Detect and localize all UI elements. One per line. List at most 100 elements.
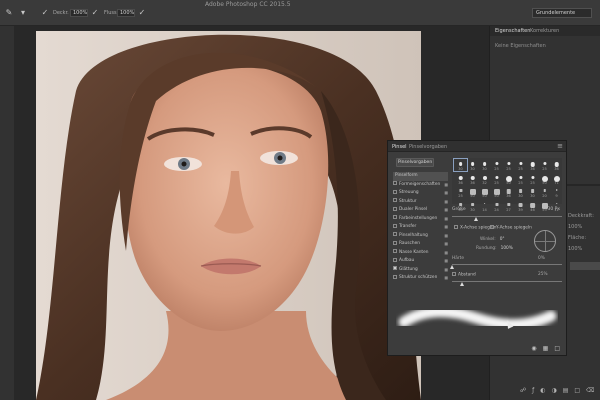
lock-icon[interactable]: ■ <box>444 249 448 258</box>
brush-tip-shape <box>543 189 546 192</box>
size-value[interactable]: 30 Px <box>547 207 560 212</box>
brush-panel: Pinsel Pinselvorgaben ≡ Pinselvorgaben P… <box>387 140 567 356</box>
option-struktur[interactable]: Struktur ■ <box>393 198 448 207</box>
lock-icon[interactable]: ■ <box>444 266 448 275</box>
opacity-value[interactable]: 100% <box>568 224 582 230</box>
trash-icon[interactable]: ⌫ <box>586 387 594 394</box>
panel-menu-icon[interactable]: ≡ <box>557 142 563 150</box>
link-icon[interactable]: ☍ <box>520 387 526 394</box>
brush-tip-shape <box>458 162 463 166</box>
document-image[interactable] <box>36 31 421 400</box>
brush-tip-shape <box>542 162 547 166</box>
tab-pinsel[interactable]: Pinsel <box>392 144 407 150</box>
option-glaettung[interactable]: Glättung ■ <box>393 266 448 275</box>
toggle-preview-icon[interactable]: ◉ <box>531 345 536 352</box>
lock-icon[interactable]: ■ <box>444 232 448 241</box>
brush-tip-shape <box>518 162 523 166</box>
brush-tip[interactable]: 9 <box>550 186 563 198</box>
angle-value[interactable]: 0° <box>500 237 505 242</box>
brush-tool-icon[interactable]: ✎ <box>4 8 14 18</box>
airbrush-icon[interactable]: ✓ <box>137 8 147 18</box>
brush-tip-shape <box>483 202 486 205</box>
roundness-value[interactable]: 100% <box>501 246 513 251</box>
option-rauschen[interactable]: Rauschen ■ <box>393 240 448 249</box>
layer-thumbnail[interactable] <box>570 262 600 270</box>
brush-tip-shape <box>494 175 499 179</box>
size-slider[interactable] <box>452 216 562 217</box>
spacing-value[interactable]: 25% <box>538 272 548 277</box>
option-streuung[interactable]: Streuung ■ <box>393 189 448 198</box>
mask-icon[interactable]: ◐ <box>540 387 545 394</box>
tab-korrekturen[interactable]: Korrekturen <box>530 28 559 34</box>
brush-tip-shape <box>470 202 475 207</box>
brush-tip-shape <box>506 202 511 206</box>
stroke-preview-graphic <box>398 306 557 330</box>
brush-tip-shape <box>494 162 499 166</box>
hardness-slider-knob[interactable] <box>450 265 454 269</box>
lock-icon[interactable]: ■ <box>444 274 448 283</box>
brush-presets-button[interactable]: Pinselvorgaben <box>396 158 434 167</box>
opacity-label: Deckr. <box>53 10 69 16</box>
new-layer-icon[interactable]: □ <box>574 387 580 394</box>
brush-tip-shape <box>470 175 475 180</box>
size-slider-knob[interactable] <box>474 217 478 221</box>
lock-icon[interactable]: ■ <box>444 198 448 207</box>
option-farbeinstellungen[interactable]: Farbeinstellungen ■ <box>393 215 448 224</box>
roundness-row: Rundung: 100% <box>476 246 513 251</box>
brush-tip-size: 9 <box>555 194 558 198</box>
brush-tip-shape <box>458 202 463 207</box>
workspace-select[interactable]: Grundelemente <box>532 8 592 18</box>
brush-angle-widget[interactable] <box>534 230 556 252</box>
brush-panel-tabs: Pinsel Pinselvorgaben ≡ <box>388 141 566 152</box>
brush-tip-shape <box>506 162 511 166</box>
brush-tip[interactable]: 36 <box>550 159 563 171</box>
option-pinselhaltung[interactable]: Pinselhaltung ■ <box>393 232 448 241</box>
lock-icon[interactable]: ■ <box>444 240 448 249</box>
fx-icon[interactable]: ƒ <box>532 387 534 394</box>
airbrush-pressure-icon[interactable]: ✓ <box>40 8 50 18</box>
spacing-checkbox[interactable]: Abstand <box>452 272 476 278</box>
pressure-opacity-icon[interactable]: ✓ <box>90 8 100 18</box>
hardness-value[interactable]: 0% <box>538 256 545 261</box>
option-transfer[interactable]: Transfer ■ <box>393 223 448 232</box>
tools-panel <box>0 26 14 400</box>
option-pinselform[interactable]: Pinselform <box>393 172 448 181</box>
lock-icon[interactable]: ■ <box>444 257 448 266</box>
flow-field[interactable]: 100% <box>117 9 135 17</box>
brush-tip-shape <box>555 189 558 191</box>
folder-icon[interactable]: ▤ <box>563 387 569 394</box>
hardness-slider[interactable] <box>452 264 562 265</box>
option-nasse-kanten[interactable]: Nasse Kanten ■ <box>393 249 448 258</box>
option-formeigenschaften[interactable]: Formeigenschaften ■ <box>393 181 448 190</box>
brush-tip-size: 71 <box>554 180 559 185</box>
opacity-field[interactable]: 100% <box>70 9 88 17</box>
fill-value[interactable]: 100% <box>568 246 582 252</box>
grid-icon[interactable]: ▦ <box>543 345 549 352</box>
brush-tip-shape <box>482 175 487 180</box>
brush-stroke-preview <box>396 298 558 344</box>
spacing-slider[interactable] <box>452 281 562 282</box>
properties-tabs: Eigenschaften Korrekturen <box>490 26 600 36</box>
brush-tip-shape <box>458 175 463 180</box>
lock-icon[interactable]: ■ <box>444 181 448 190</box>
options-bar: Adobe Photoshop CC 2015.5 ✎ ▾ ✓ Deckr. 1… <box>0 0 600 26</box>
option-struktur-schuetzen[interactable]: Struktur schützen ■ <box>393 274 448 283</box>
brush-tip-shape <box>554 162 559 167</box>
new-preset-icon[interactable]: □ <box>554 345 560 352</box>
lock-icon[interactable]: ■ <box>444 223 448 232</box>
lock-icon[interactable]: ■ <box>444 215 448 224</box>
properties-message: Keine Eigenschaften <box>495 43 546 49</box>
lock-icon[interactable]: ■ <box>444 206 448 215</box>
tab-eigenschaften[interactable]: Eigenschaften <box>495 28 530 34</box>
spacing-slider-knob[interactable] <box>460 282 464 286</box>
flip-y-checkbox[interactable]: Y-Achse spiegeln <box>490 225 532 231</box>
tab-pinselvorgaben[interactable]: Pinselvorgaben <box>409 144 447 150</box>
brush-tip-shape <box>458 189 463 193</box>
option-dualer-pinsel[interactable]: Dualer Pinsel ■ <box>393 206 448 215</box>
brush-picker-icon[interactable]: ▾ <box>18 8 28 18</box>
brush-tip[interactable]: 71 <box>550 173 563 185</box>
adjustment-icon[interactable]: ◑ <box>551 387 556 394</box>
option-aufbau[interactable]: Aufbau ■ <box>393 257 448 266</box>
lock-icon[interactable]: ■ <box>444 189 448 198</box>
brush-tip-shape <box>555 202 558 204</box>
